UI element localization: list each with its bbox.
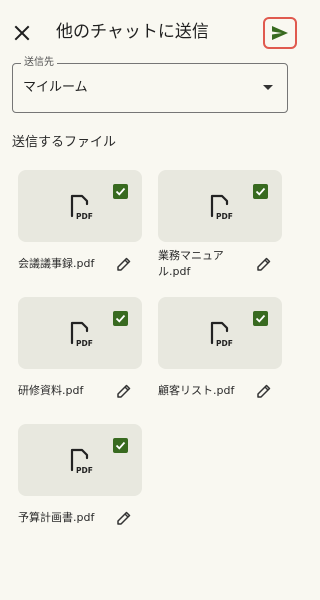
svg-text:PDF: PDF [76, 212, 93, 221]
destination-label: 送信先 [21, 57, 57, 69]
pencil-icon [257, 257, 271, 271]
pdf-file-icon: PDF [210, 194, 233, 221]
file-thumbnail[interactable]: PDF [18, 424, 142, 496]
file-name: 予算計画書.pdf [18, 511, 95, 524]
edit-button[interactable] [254, 254, 274, 274]
file-checkbox[interactable] [113, 438, 128, 453]
svg-text:PDF: PDF [216, 339, 233, 348]
file-name: 会議議事録.pdf [18, 257, 95, 270]
file-thumbnail[interactable]: PDF [18, 297, 142, 369]
check-icon [255, 187, 266, 196]
pencil-icon [117, 384, 131, 398]
destination-select[interactable]: 送信先 マイルーム [12, 57, 288, 113]
edit-button[interactable] [114, 508, 134, 528]
pencil-icon [117, 511, 131, 525]
check-icon [115, 187, 126, 196]
file-name: 顧客リスト.pdf [158, 384, 235, 397]
file-name: 業務マニュアル.pdf [158, 249, 224, 278]
file-card: PDF 会議議事録.pdf [18, 170, 142, 288]
pencil-icon [117, 257, 131, 271]
top-app-bar: 他のチャットに送信 [0, 0, 300, 64]
file-checkbox[interactable] [113, 184, 128, 199]
check-icon [255, 314, 266, 323]
pdf-file-icon: PDF [70, 321, 93, 348]
pdf-file-icon: PDF [70, 448, 93, 475]
close-button[interactable] [6, 17, 38, 49]
pdf-file-icon: PDF [210, 321, 233, 348]
pencil-icon [257, 384, 271, 398]
file-thumbnail[interactable]: PDF [158, 170, 282, 242]
svg-text:PDF: PDF [76, 339, 93, 348]
file-card: PDF 研修資料.pdf [18, 297, 142, 415]
file-name: 研修資料.pdf [18, 384, 84, 397]
edit-button[interactable] [114, 381, 134, 401]
check-icon [115, 441, 126, 450]
file-thumbnail[interactable]: PDF [18, 170, 142, 242]
edit-button[interactable] [114, 254, 134, 274]
send-icon [272, 26, 288, 40]
files-section-label: 送信するファイル [12, 135, 117, 150]
file-checkbox[interactable] [253, 184, 268, 199]
destination-value: マイルーム [23, 80, 88, 95]
check-icon [115, 314, 126, 323]
file-checkbox[interactable] [253, 311, 268, 326]
send-button[interactable] [263, 17, 297, 49]
file-card: PDF 顧客リスト.pdf [158, 297, 282, 415]
page-title: 他のチャットに送信 [56, 22, 209, 42]
file-checkbox[interactable] [113, 311, 128, 326]
file-thumbnail[interactable]: PDF [158, 297, 282, 369]
dropdown-arrow-icon [263, 85, 273, 90]
file-card: PDF 業務マニュアル.pdf [158, 170, 282, 288]
svg-text:PDF: PDF [216, 212, 233, 221]
close-icon [14, 25, 30, 41]
pdf-file-icon: PDF [70, 194, 93, 221]
svg-text:PDF: PDF [76, 466, 93, 475]
file-card: PDF 予算計画書.pdf [18, 424, 142, 542]
edit-button[interactable] [254, 381, 274, 401]
